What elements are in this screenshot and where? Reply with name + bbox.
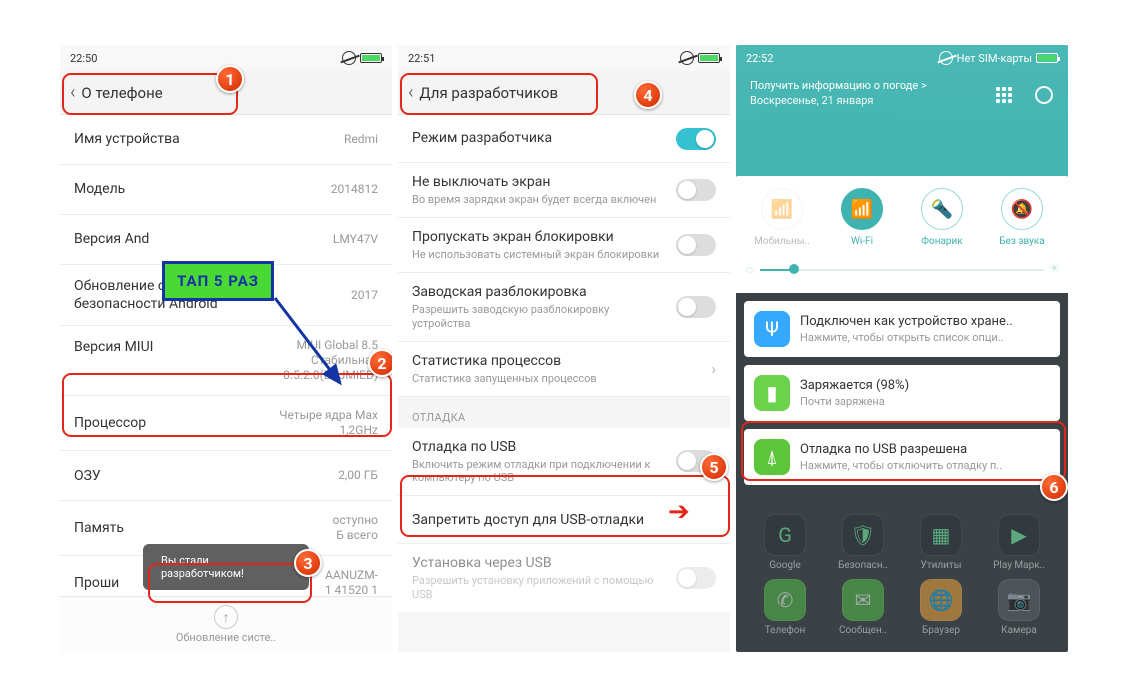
android-icon: ⍋ <box>754 439 790 475</box>
gear-icon[interactable] <box>1030 81 1058 109</box>
app-play[interactable]: ▶Play Марк.. <box>984 514 1054 571</box>
row-usb-install[interactable]: Установка через USBРазрешить установку п… <box>398 544 730 613</box>
grid-icon[interactable] <box>990 81 1018 109</box>
toggle-stay-awake[interactable] <box>676 179 716 201</box>
battery-icon <box>698 53 720 63</box>
app-google[interactable]: GGoogle <box>750 514 820 571</box>
badge-5: 5 <box>700 453 728 481</box>
qs-mobile-data[interactable]: 📶Мобильны.. <box>746 188 818 247</box>
mute-icon <box>939 51 953 65</box>
toggle-dev-mode[interactable] <box>676 128 716 150</box>
row-ram[interactable]: ОЗУ2,00 ГБ <box>60 451 392 501</box>
section-debug: ОТЛАДКА <box>398 397 730 428</box>
wifi-icon: 📶 <box>841 188 883 230</box>
phone-screen-2: 22:51 ‹ Для разработчиков Режим разработ… <box>398 45 730 652</box>
row-oem-unlock[interactable]: Заводская разблокировкаРазрешить заводск… <box>398 273 730 342</box>
update-bar[interactable]: ↑ Обновление систе.. <box>60 596 392 652</box>
badge-3: 3 <box>294 549 322 577</box>
row-android-version[interactable]: Версия AndLMY47V <box>60 215 392 265</box>
arrow-right-icon: ➔ <box>668 497 690 527</box>
mute-icon <box>680 51 694 65</box>
sun-low-icon: ☼ <box>744 261 756 277</box>
qs-wifi[interactable]: 📶Wi-Fi <box>826 188 898 247</box>
quick-settings: 📶Мобильны.. 📶Wi-Fi 🔦Фонарик 🔕Без звука ☼… <box>736 176 1068 293</box>
row-proc-stats[interactable]: Статистика процессовСтатистика запущенны… <box>398 342 730 397</box>
clock: 22:52 <box>746 52 773 65</box>
header-title: Для разработчиков <box>419 84 558 102</box>
battery-icon <box>360 53 382 63</box>
usb-icon: Ψ <box>754 311 790 347</box>
tap-label: ТАП 5 РАЗ <box>162 261 274 301</box>
mute-icon <box>342 51 356 65</box>
toggle-oem-unlock[interactable] <box>676 296 716 318</box>
clock: 22:50 <box>70 52 97 65</box>
app-browser[interactable]: 🌐Браузер <box>906 579 976 636</box>
notif-charging[interactable]: ▮ Заряжается (98%)Почти заряжена <box>744 365 1060 421</box>
toggle-usb-install[interactable] <box>676 567 716 589</box>
back-icon[interactable]: ‹ <box>70 82 75 103</box>
toggle-skip-lock[interactable] <box>676 234 716 256</box>
notif-usb-storage[interactable]: Ψ Подключен как устройство хране..Нажмит… <box>744 301 1060 357</box>
arrow-up-icon: ↑ <box>214 605 238 629</box>
row-cpu[interactable]: ПроцессорЧетыре ядра Max 1,2GHz <box>60 396 392 451</box>
tap-arrow <box>270 293 360 393</box>
dev-options-list: Режим разработчика Не выключать экранВо … <box>398 115 730 613</box>
notif-usb-debug[interactable]: ⍋ Отладка по USB разрешенаНажмите, чтобы… <box>744 429 1060 485</box>
phone-screen-1: 22:50 ‹ О телефоне Имя устройстваRedmi М… <box>60 45 392 652</box>
notification-shade-top: 22:52 Нет SIM-карты Получить информацию … <box>736 45 1068 293</box>
chevron-right-icon: › <box>711 359 716 378</box>
toast-developer: Вы стали разработчиком! <box>143 544 309 590</box>
row-stay-awake[interactable]: Не выключать экранВо время зарядки экран… <box>398 163 730 218</box>
sun-high-icon: ☀ <box>1048 262 1060 277</box>
brightness-slider[interactable]: ☼ ☀ <box>760 257 1044 281</box>
qs-silent[interactable]: 🔕Без звука <box>986 188 1058 247</box>
row-skip-lock[interactable]: Пропускать экран блокировкиНе использова… <box>398 218 730 273</box>
update-label: Обновление систе.. <box>176 631 276 644</box>
back-icon[interactable]: ‹ <box>408 82 413 103</box>
header-title: О телефоне <box>81 84 162 102</box>
battery-charging-icon: ▮ <box>754 375 790 411</box>
app-utilities[interactable]: ▦Утилиты <box>906 514 976 571</box>
row-device-name[interactable]: Имя устройстваRedmi <box>60 115 392 165</box>
notifications-area: Ψ Подключен как устройство хране..Нажмит… <box>736 293 1068 493</box>
header-bar: ‹ Для разработчиков <box>398 71 730 115</box>
sim-status: Нет SIM-карты <box>957 52 1032 65</box>
torch-icon: 🔦 <box>921 188 963 230</box>
status-bar: 22:51 <box>398 45 730 71</box>
app-security[interactable]: 🛡Безопасн.. <box>828 514 898 571</box>
badge-4: 4 <box>634 81 662 109</box>
badge-1: 1 <box>216 65 244 93</box>
row-usb-debug[interactable]: Отладка по USBВключить режим отладки при… <box>398 428 730 497</box>
status-bar: 22:52 Нет SIM-карты <box>736 45 1068 71</box>
row-dev-mode[interactable]: Режим разработчика <box>398 115 730 163</box>
badge-2: 2 <box>368 349 392 377</box>
badge-6: 6 <box>1040 473 1068 501</box>
app-camera[interactable]: 📷Камера <box>984 579 1054 636</box>
clock: 22:51 <box>408 52 435 65</box>
battery-icon <box>1036 53 1058 63</box>
phone-screen-3: 22:52 Нет SIM-карты Получить информацию … <box>736 45 1068 652</box>
bell-off-icon: 🔕 <box>1001 188 1043 230</box>
row-model[interactable]: Модель2014812 <box>60 165 392 215</box>
home-apps: GGoogle 🛡Безопасн.. ▦Утилиты ▶Play Марк.… <box>736 504 1068 652</box>
qs-torch[interactable]: 🔦Фонарик <box>906 188 978 247</box>
app-messages[interactable]: ✉Сообщен.. <box>828 579 898 636</box>
app-phone[interactable]: ✆Телефон <box>750 579 820 636</box>
